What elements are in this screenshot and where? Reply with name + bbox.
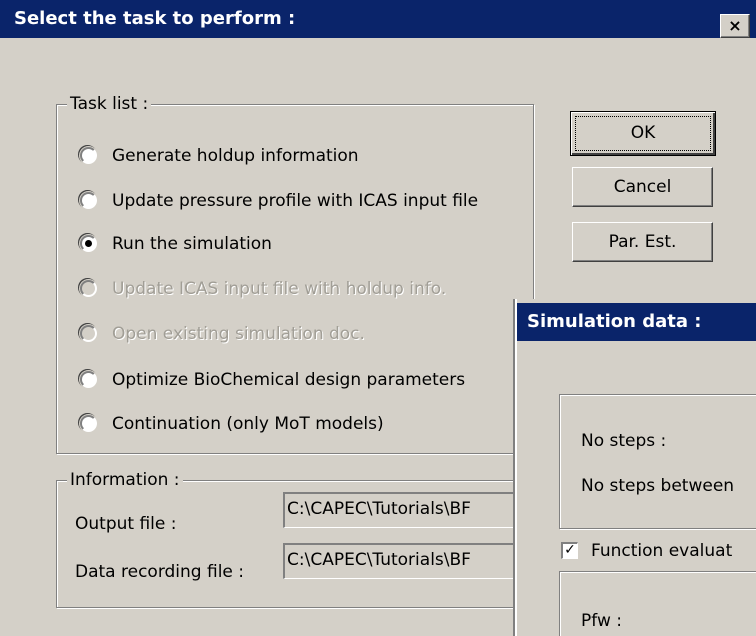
data-recording-file-label: Data recording file : — [75, 562, 245, 582]
simulation-window-titlebar: Simulation data : — [515, 303, 756, 341]
par-est-button-label: Par. Est. — [608, 232, 677, 252]
simulation-window-highlight — [515, 299, 517, 636]
pfw-label: Pfw : — [581, 611, 622, 631]
radio-button-selected-icon[interactable] — [80, 235, 97, 252]
no-steps-label: No steps : — [581, 431, 667, 451]
radio-button-icon[interactable] — [80, 192, 97, 209]
dialog-titlebar: Select the task to perform : — [0, 0, 756, 38]
radio-dot-icon — [85, 240, 92, 247]
no-steps-between-label: No steps between — [581, 476, 735, 496]
radio-option-label: Update pressure profile with ICAS input … — [112, 191, 479, 211]
ok-button[interactable]: OK — [570, 111, 716, 156]
task-list-title: Task list : — [67, 93, 152, 115]
output-file-field[interactable]: C:\CAPEC\Tutorials\BF — [283, 492, 515, 528]
data-recording-file-field[interactable]: C:\CAPEC\Tutorials\BF — [283, 543, 515, 579]
simulation-steps-group — [559, 394, 756, 529]
function-evaluation-label: Function evaluat — [591, 541, 733, 561]
simulation-data-window: Simulation data : No steps : No steps be… — [515, 299, 756, 636]
radio-option-label: Continuation (only MoT models) — [112, 414, 384, 434]
radio-option-label: Generate holdup information — [112, 146, 359, 166]
information-title: Information : — [67, 469, 183, 491]
radio-option-label: Update ICAS input file with holdup info. — [112, 279, 447, 299]
radio-option-label: Open existing simulation doc. — [112, 324, 365, 344]
cancel-button[interactable]: Cancel — [572, 167, 713, 207]
checkmark-icon: ✓ — [564, 542, 576, 558]
radio-option-label: Run the simulation — [112, 234, 272, 254]
radio-button-icon[interactable] — [80, 147, 97, 164]
simulation-window-title: Simulation data : — [527, 311, 702, 332]
dialog-title: Select the task to perform : — [14, 8, 296, 29]
radio-button-disabled-icon — [80, 325, 97, 342]
output-file-label: Output file : — [75, 514, 177, 534]
close-icon[interactable]: × — [720, 14, 750, 38]
cancel-button-label: Cancel — [613, 177, 672, 197]
function-evaluation-checkbox[interactable]: ✓ — [561, 542, 578, 559]
par-est-button[interactable]: Par. Est. — [572, 222, 713, 262]
ok-button-label: OK — [630, 123, 656, 143]
radio-button-disabled-icon — [80, 280, 97, 297]
radio-option-label: Optimize BioChemical design parameters — [112, 370, 466, 390]
radio-button-icon[interactable] — [80, 371, 97, 388]
radio-button-icon[interactable] — [80, 415, 97, 432]
